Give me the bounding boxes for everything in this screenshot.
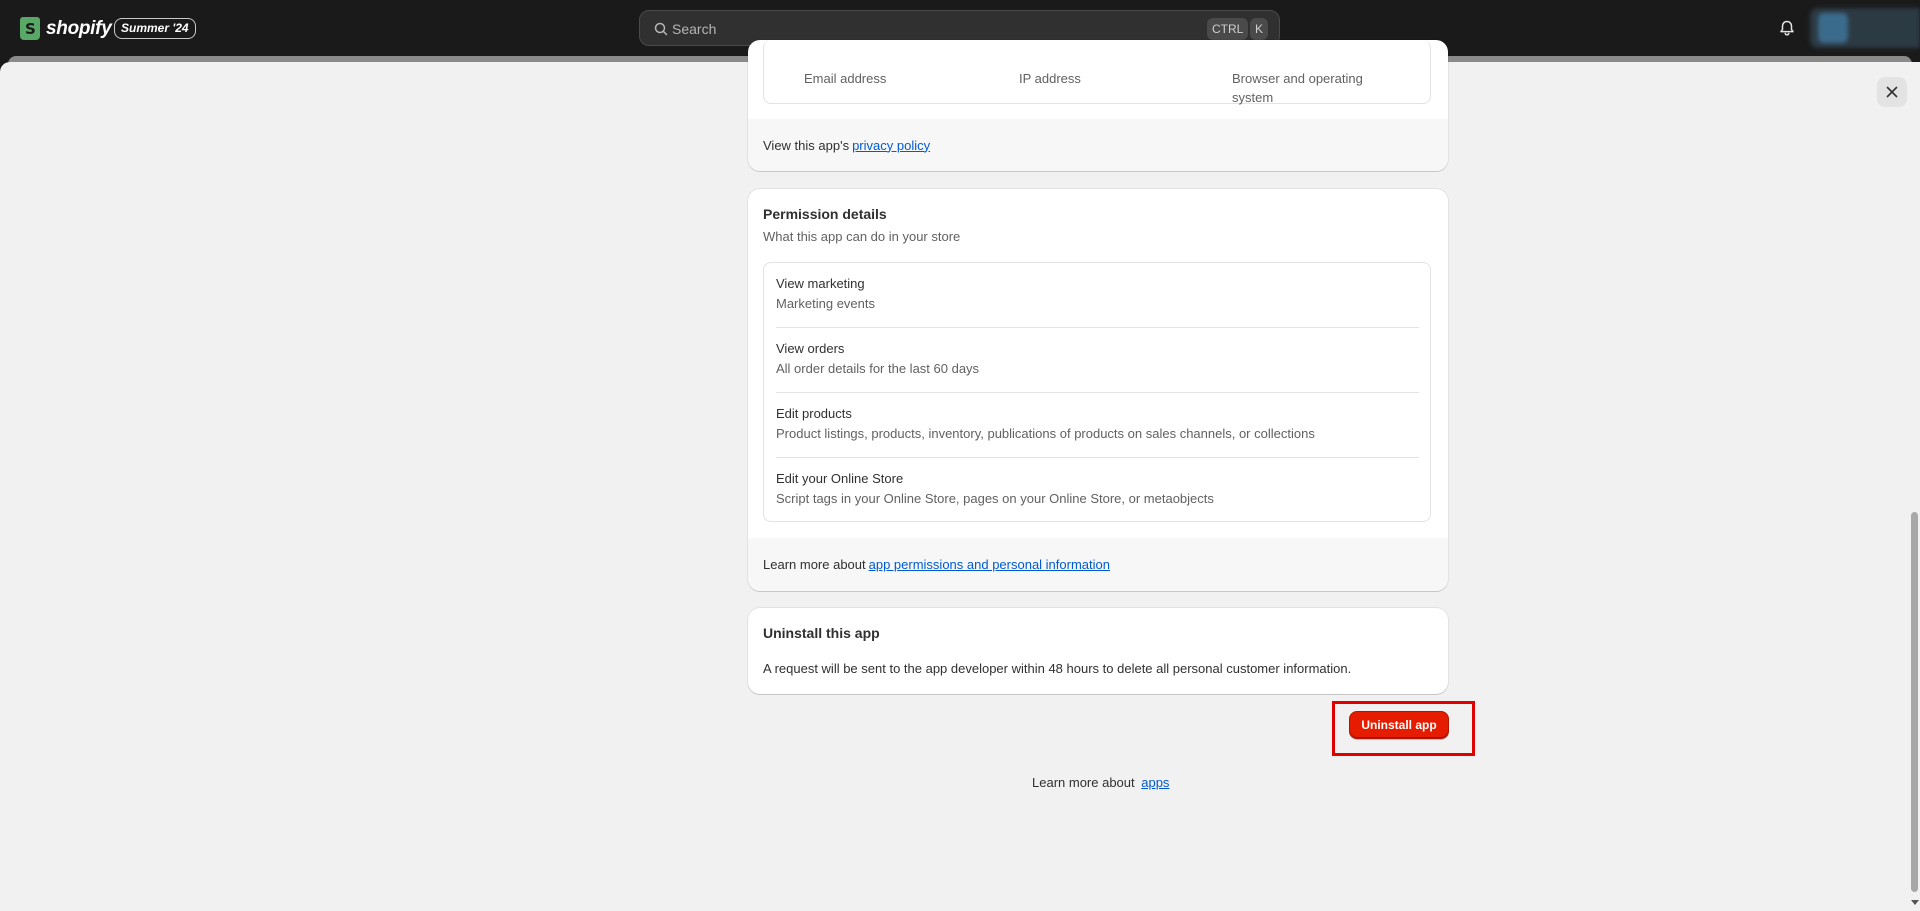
uninstall-card: Uninstall this app A request will be sen… <box>748 608 1448 694</box>
permission-list: View marketing Marketing events View ord… <box>763 262 1431 522</box>
permission-details-card: Permission details What this app can do … <box>748 189 1448 591</box>
permission-item: Edit products Product listings, products… <box>776 406 1419 471</box>
uninstall-description: A request will be sent to the app develo… <box>763 661 1352 676</box>
permission-item-title: Edit your Online Store <box>776 471 904 486</box>
shopify-bag-icon <box>20 17 40 40</box>
data-access-card: Email address IP address Browser and ope… <box>748 40 1448 171</box>
data-access-box: Email address IP address Browser and ope… <box>763 40 1431 105</box>
email-address-label: Email address <box>804 71 887 86</box>
search-placeholder: Search <box>672 21 717 37</box>
app-permissions-link[interactable]: app permissions and personal information <box>869 557 1110 572</box>
privacy-prefix: View this app's <box>763 137 850 153</box>
permission-title: Permission details <box>763 206 887 222</box>
uninstall-title: Uninstall this app <box>763 625 880 641</box>
close-icon <box>1886 86 1898 98</box>
logo-text: shopify <box>46 17 112 39</box>
store-account-avatar[interactable] <box>1810 8 1920 48</box>
permissions-footer: Learn more about app permissions and per… <box>748 538 1448 591</box>
privacy-footer: View this app's privacy policy <box>748 119 1448 171</box>
close-modal-button[interactable] <box>1877 77 1907 107</box>
divider <box>776 327 1419 328</box>
divider <box>776 392 1419 393</box>
privacy-policy-link[interactable]: privacy policy <box>852 138 930 153</box>
ip-address-label: IP address <box>1019 71 1081 86</box>
search-icon <box>654 22 668 36</box>
permission-item-desc: Script tags in your Online Store, pages … <box>776 491 1214 506</box>
modal-scrollbar[interactable] <box>1909 62 1920 911</box>
scroll-down-arrow-icon[interactable] <box>1911 900 1919 905</box>
permission-item-desc: All order details for the last 60 days <box>776 361 980 376</box>
edition-badge[interactable]: Summer '24 <box>114 18 196 39</box>
app-details-modal: Email address IP address Browser and ope… <box>0 40 1920 911</box>
permission-item-desc: Marketing events <box>776 296 875 311</box>
browser-os-label: Browser and operating <box>1232 71 1363 86</box>
permission-item-title: View marketing <box>776 276 865 291</box>
permission-item: View orders All order details for the la… <box>776 341 1419 406</box>
permission-item-title: View orders <box>776 341 845 356</box>
scrollbar-thumb[interactable] <box>1911 512 1918 892</box>
learn-more-prefix: Learn more about <box>1032 775 1139 790</box>
divider <box>776 457 1419 458</box>
permission-item: View marketing Marketing events <box>776 276 1419 341</box>
shopify-logo[interactable]: shopify <box>20 17 112 40</box>
apps-link[interactable]: apps <box>1141 775 1169 790</box>
permission-subtitle: What this app can do in your store <box>763 229 961 244</box>
shortcut-k-key: K <box>1250 18 1269 40</box>
notification-bell-icon[interactable] <box>1777 18 1797 38</box>
learn-more-apps: Learn more about apps <box>1032 775 1169 790</box>
shortcut-ctrl-key: CTRL <box>1207 18 1249 40</box>
uninstall-app-button[interactable]: Uninstall app <box>1349 711 1449 739</box>
permission-item-desc: Product listings, products, inventory, p… <box>776 426 1315 441</box>
permission-item-title: Edit products <box>776 406 852 421</box>
browser-os-label-cont: system <box>1232 90 1274 105</box>
permissions-footer-prefix: Learn more about <box>763 557 866 572</box>
permission-item: Edit your Online Store Script tags in yo… <box>776 471 1419 536</box>
